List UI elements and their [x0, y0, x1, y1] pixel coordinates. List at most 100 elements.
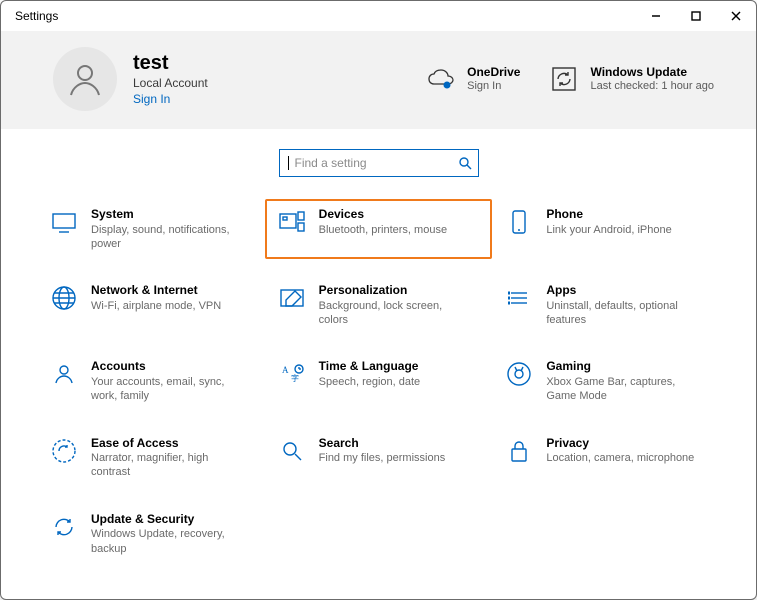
header-tiles: OneDrive Sign In Windows Update Last che… [425, 63, 714, 95]
content-area: SystemDisplay, sound, notifications, pow… [1, 129, 756, 572]
category-text: PrivacyLocation, camera, microphone [546, 436, 694, 466]
account-header: test Local Account Sign In OneDrive Sign… [1, 31, 756, 129]
settings-window: Settings test Local Account Sign In [0, 0, 757, 600]
category-update[interactable]: Update & SecurityWindows Update, recover… [37, 504, 265, 564]
search-wrap [37, 149, 720, 177]
svg-text:字: 字 [291, 373, 299, 383]
text-caret [288, 156, 289, 170]
user-subtitle: Local Account [133, 76, 208, 90]
titlebar: Settings [1, 1, 756, 31]
category-desc: Xbox Game Bar, captures, Game Mode [546, 375, 696, 404]
update-title: Windows Update [590, 65, 714, 79]
update-subtitle: Last checked: 1 hour ago [590, 80, 714, 93]
system-icon [49, 207, 79, 237]
update-icon [548, 63, 580, 95]
category-desc: Bluetooth, printers, mouse [319, 223, 447, 237]
minimize-icon [651, 11, 661, 21]
category-search[interactable]: SearchFind my files, permissions [265, 428, 493, 488]
category-text: SearchFind my files, permissions [319, 436, 446, 466]
onedrive-title: OneDrive [467, 65, 520, 79]
time-icon: A字 [277, 359, 307, 389]
category-desc: Speech, region, date [319, 375, 421, 389]
category-grid: SystemDisplay, sound, notifications, pow… [37, 199, 720, 564]
accounts-icon [49, 359, 79, 389]
category-desc: Wi-Fi, airplane mode, VPN [91, 299, 221, 313]
category-text: Ease of AccessNarrator, magnifier, high … [91, 436, 241, 480]
category-title: System [91, 207, 241, 223]
category-title: Search [319, 436, 446, 452]
category-desc: Background, lock screen, colors [319, 299, 469, 328]
category-privacy[interactable]: PrivacyLocation, camera, microphone [492, 428, 720, 488]
onedrive-subtitle: Sign In [467, 80, 520, 93]
update-icon [49, 512, 79, 542]
category-text: SystemDisplay, sound, notifications, pow… [91, 207, 241, 251]
window-title: Settings [15, 9, 58, 23]
category-gaming[interactable]: GamingXbox Game Bar, captures, Game Mode [492, 351, 720, 411]
network-icon [49, 283, 79, 313]
personalization-icon [277, 283, 307, 313]
category-title: Ease of Access [91, 436, 241, 452]
category-time[interactable]: A字 Time & LanguageSpeech, region, date [265, 351, 493, 411]
apps-icon [504, 283, 534, 313]
maximize-icon [691, 11, 701, 21]
category-ease[interactable]: Ease of AccessNarrator, magnifier, high … [37, 428, 265, 488]
category-desc: Narrator, magnifier, high contrast [91, 451, 241, 480]
category-title: Phone [546, 207, 671, 223]
category-text: AccountsYour accounts, email, sync, work… [91, 359, 241, 403]
windows-update-tile[interactable]: Windows Update Last checked: 1 hour ago [548, 63, 714, 95]
category-desc: Find my files, permissions [319, 451, 446, 465]
category-network[interactable]: Network & InternetWi-Fi, airplane mode, … [37, 275, 265, 335]
category-title: Apps [546, 283, 696, 299]
category-accounts[interactable]: AccountsYour accounts, email, sync, work… [37, 351, 265, 411]
category-apps[interactable]: AppsUninstall, defaults, optional featur… [492, 275, 720, 335]
minimize-button[interactable] [636, 1, 676, 31]
category-text: DevicesBluetooth, printers, mouse [319, 207, 447, 237]
category-title: Personalization [319, 283, 469, 299]
category-system[interactable]: SystemDisplay, sound, notifications, pow… [37, 199, 265, 259]
category-personalization[interactable]: PersonalizationBackground, lock screen, … [265, 275, 493, 335]
window-controls [636, 1, 756, 31]
category-devices[interactable]: DevicesBluetooth, printers, mouse [265, 199, 493, 259]
category-title: Network & Internet [91, 283, 221, 299]
ease-icon [49, 436, 79, 466]
category-desc: Your accounts, email, sync, work, family [91, 375, 241, 404]
search-input[interactable] [293, 155, 458, 171]
search-icon [458, 156, 472, 170]
category-title: Gaming [546, 359, 696, 375]
category-text: PersonalizationBackground, lock screen, … [319, 283, 469, 327]
category-title: Privacy [546, 436, 694, 452]
category-text: AppsUninstall, defaults, optional featur… [546, 283, 696, 327]
category-desc: Location, camera, microphone [546, 451, 694, 465]
maximize-button[interactable] [676, 1, 716, 31]
update-text: Windows Update Last checked: 1 hour ago [590, 65, 714, 93]
user-name: test [133, 52, 208, 74]
category-text: Update & SecurityWindows Update, recover… [91, 512, 241, 556]
category-text: PhoneLink your Android, iPhone [546, 207, 671, 237]
category-title: Update & Security [91, 512, 241, 528]
phone-icon [504, 207, 534, 237]
category-phone[interactable]: PhoneLink your Android, iPhone [492, 199, 720, 259]
category-text: Network & InternetWi-Fi, airplane mode, … [91, 283, 221, 313]
category-text: GamingXbox Game Bar, captures, Game Mode [546, 359, 696, 403]
devices-icon [277, 207, 307, 237]
category-title: Time & Language [319, 359, 421, 375]
search-icon [277, 436, 307, 466]
category-desc: Display, sound, notifications, power [91, 223, 241, 252]
sign-in-link[interactable]: Sign In [133, 92, 208, 106]
category-text: Time & LanguageSpeech, region, date [319, 359, 421, 389]
onedrive-tile[interactable]: OneDrive Sign In [425, 63, 520, 95]
gaming-icon [504, 359, 534, 389]
avatar[interactable] [53, 47, 117, 111]
close-icon [731, 11, 741, 21]
svg-text:A: A [282, 365, 289, 375]
onedrive-text: OneDrive Sign In [467, 65, 520, 93]
category-desc: Windows Update, recovery, backup [91, 527, 241, 556]
category-title: Accounts [91, 359, 241, 375]
category-title: Devices [319, 207, 447, 223]
user-text: test Local Account Sign In [133, 52, 208, 106]
search-box[interactable] [279, 149, 479, 177]
close-button[interactable] [716, 1, 756, 31]
person-icon [65, 59, 105, 99]
category-desc: Link your Android, iPhone [546, 223, 671, 237]
privacy-icon [504, 436, 534, 466]
